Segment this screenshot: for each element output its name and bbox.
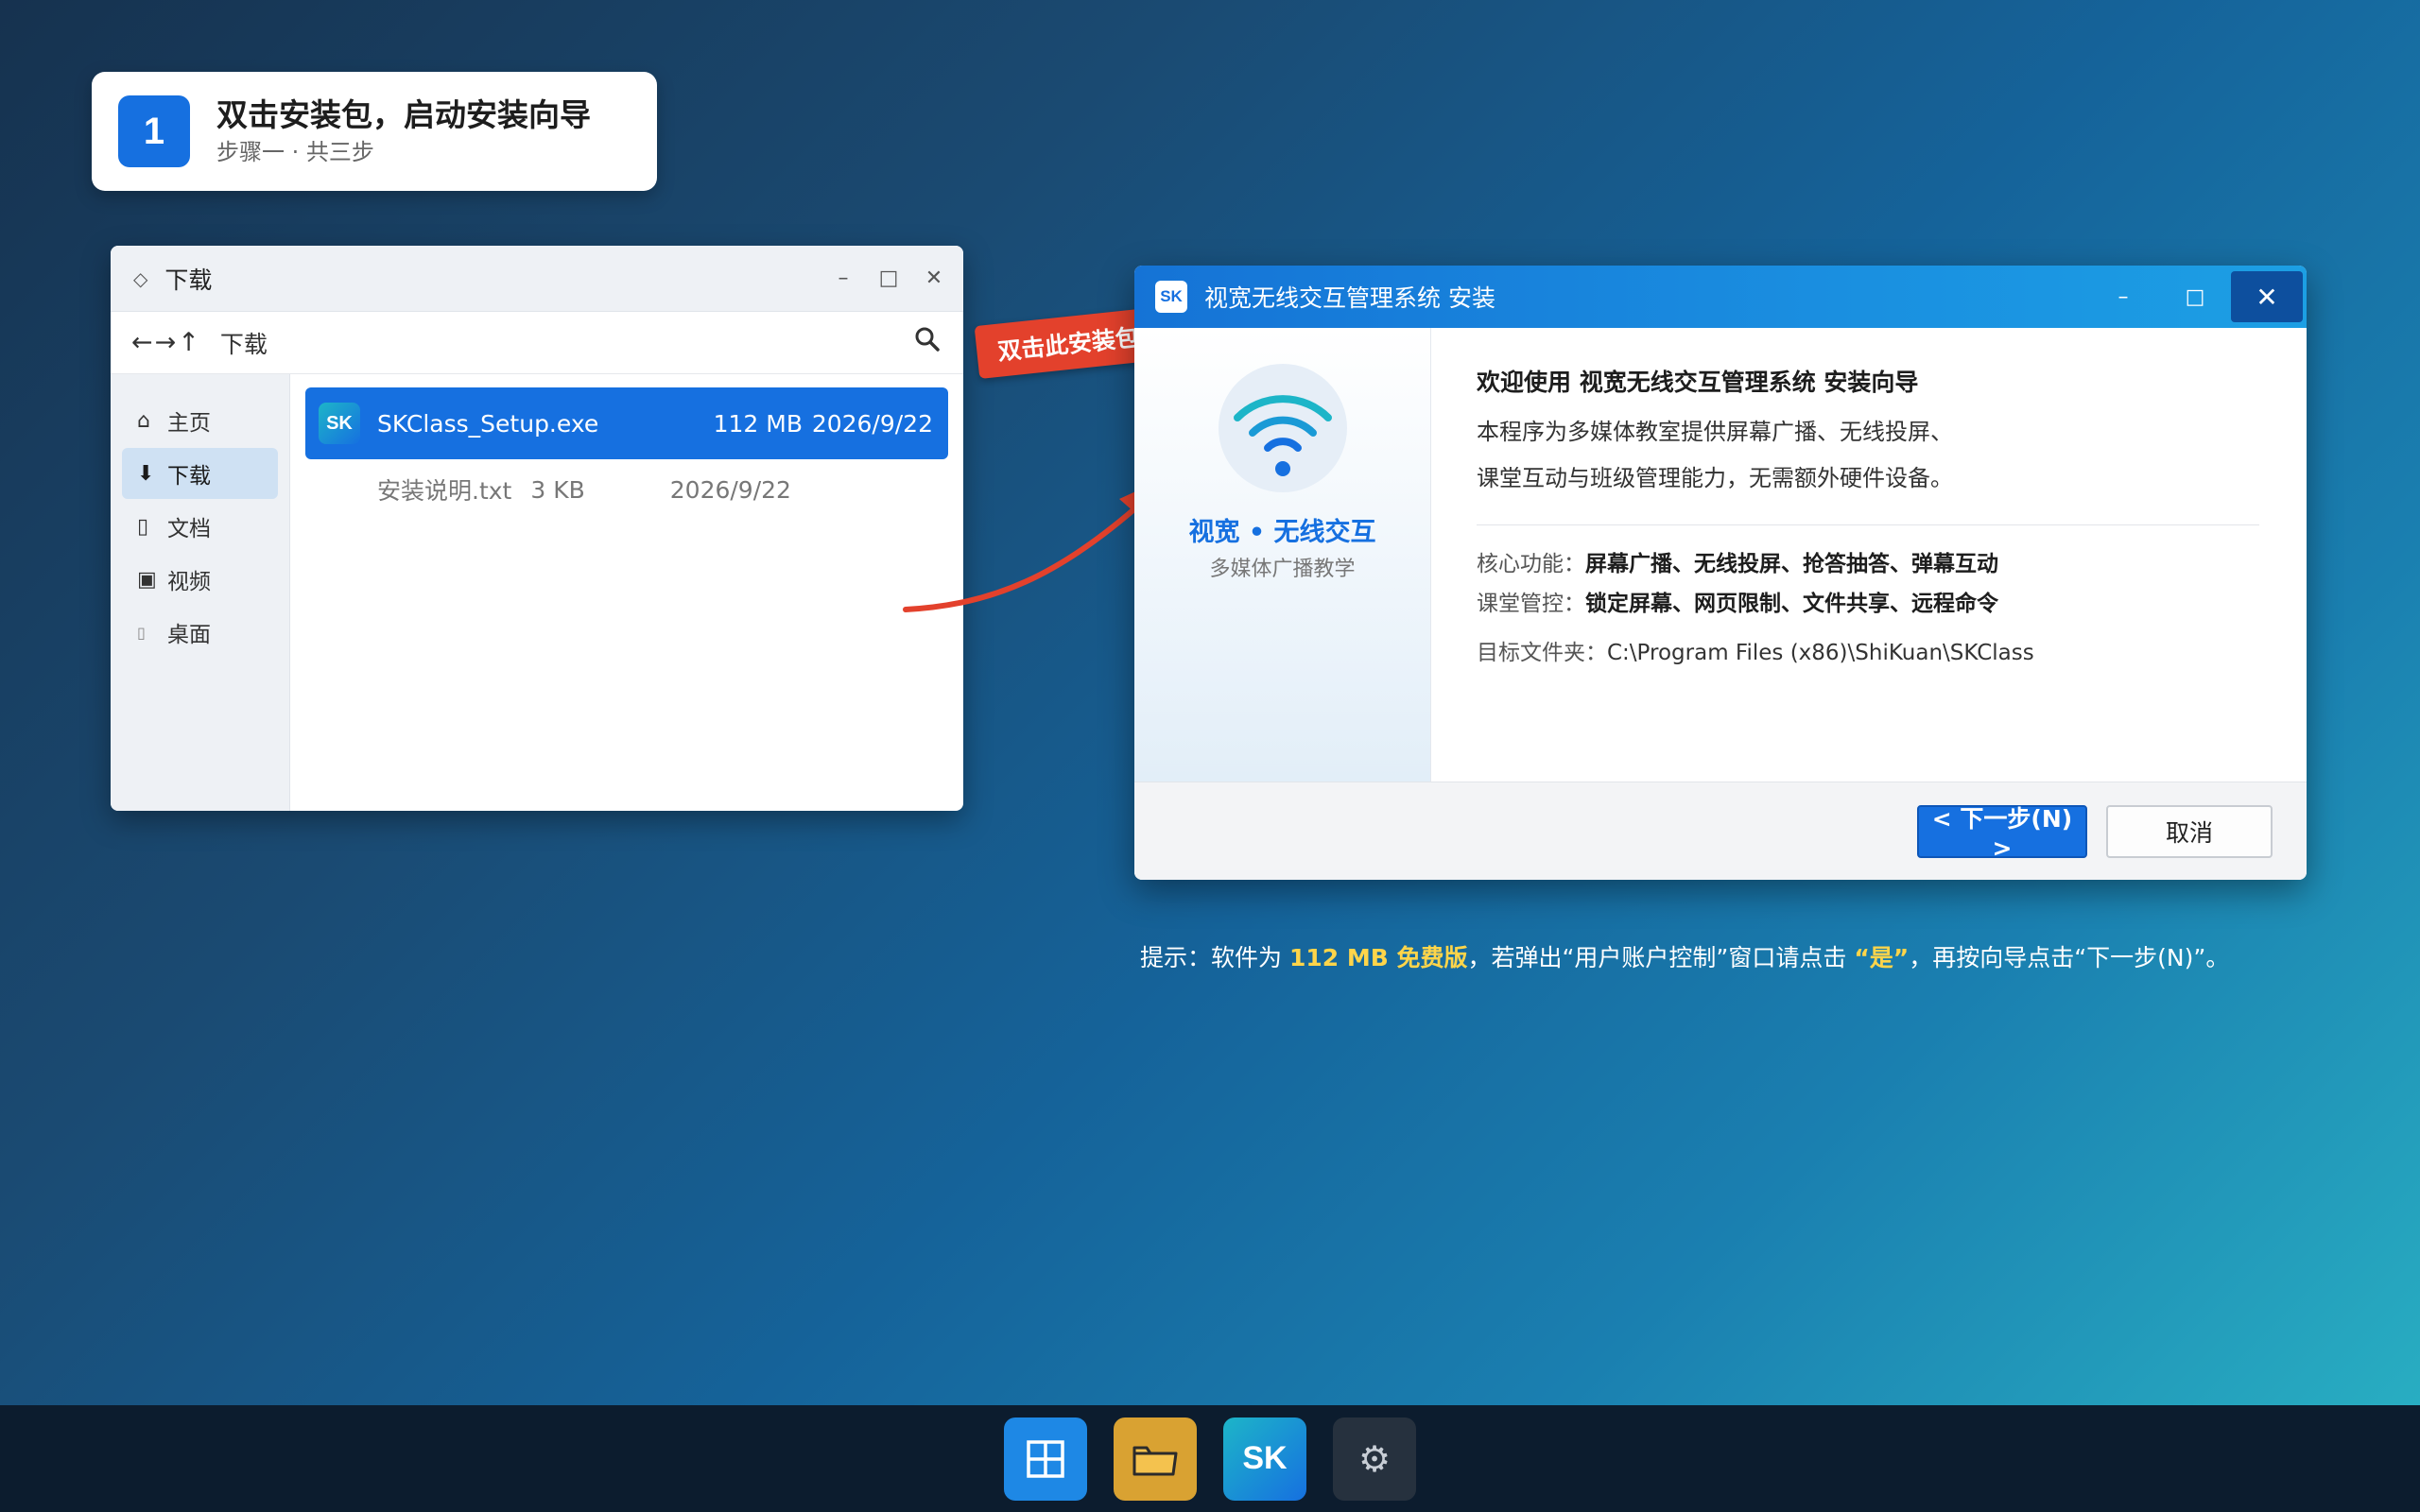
step-number-badge: 1 xyxy=(118,95,190,167)
close-icon[interactable]: ✕ xyxy=(924,266,944,290)
installer-title: 视宽无线交互管理系统 安装 xyxy=(1204,284,1495,312)
target-folder-path: C:\Program Files (x86)\ShiKuan\SKClass xyxy=(1607,641,2034,665)
description-line: 课堂互动与班级管理能力，无需额外硬件设备。 xyxy=(1477,465,1953,491)
maximize-icon[interactable]: □ xyxy=(2159,266,2231,328)
core-features-line: 核心功能：屏幕广播、无线投屏、抢答抽答、弹幕互动 xyxy=(1477,544,2259,584)
file-name: 安装说明.txt xyxy=(377,477,512,505)
close-icon[interactable]: ✕ xyxy=(2231,271,2303,322)
installer-window: SK 视宽无线交互管理系统 安装 – □ ✕ 视宽 • 无线交互 多媒体广播教学… xyxy=(1134,266,2307,880)
welcome-heading: 欢迎使用 视宽无线交互管理系统 安装向导 xyxy=(1477,369,1919,396)
hint-middle: ，若弹出“用户账户控制”窗口请点击 xyxy=(1467,944,1855,971)
info-value: 屏幕广播、无线投屏、抢答抽答、弹幕互动 xyxy=(1585,552,1998,576)
folder-diamond-icon: ◇ xyxy=(133,266,148,290)
class-control-line: 课堂管控：锁定屏幕、网页限制、文件共享、远程命令 xyxy=(1477,584,2259,624)
nav-arrows-icon[interactable]: ←→↑ xyxy=(131,328,201,357)
cancel-button[interactable]: 取消 xyxy=(2106,804,2273,858)
brand-name: 视宽 • 无线交互 xyxy=(1188,518,1376,547)
home-icon: ⌂ xyxy=(137,408,150,433)
file-size: 112 MB xyxy=(713,409,803,438)
hint-prefix: 提示：软件为 xyxy=(1140,944,1289,971)
sidebar-item-home[interactable]: ⌂ 主页 xyxy=(122,395,278,446)
file-date: 2026/9/22 xyxy=(811,409,933,438)
explorer-title: 下载 xyxy=(164,266,213,294)
file-row-setup-exe[interactable]: SK SKClass_Setup.exe 112 MB 2026/9/22 xyxy=(305,387,948,459)
minimize-icon[interactable]: – xyxy=(833,266,854,290)
sk-app-icon: SK xyxy=(319,403,360,444)
file-size: 3 KB xyxy=(530,475,585,504)
minimize-icon[interactable]: – xyxy=(2087,266,2159,328)
file-explorer-taskbar-button[interactable] xyxy=(1114,1417,1197,1501)
file-list: SK SKClass_Setup.exe 112 MB 2026/9/22 安装… xyxy=(290,374,963,811)
brand-subtitle: 多媒体广播教学 xyxy=(1209,558,1356,581)
sidebar-item-label: 主页 xyxy=(167,411,211,436)
info-value: 锁定屏幕、网页限制、文件共享、远程命令 xyxy=(1585,592,1998,616)
hint-highlight-size: 112 MB 免费版 xyxy=(1288,944,1468,971)
file-row-readme-txt[interactable]: 安装说明.txt 3 KB 2026/9/22 xyxy=(305,459,948,520)
installer-brand-panel: 视宽 • 无线交互 多媒体广播教学 xyxy=(1134,328,1431,782)
installer-titlebar[interactable]: SK 视宽无线交互管理系统 安装 – □ ✕ xyxy=(1134,266,2307,328)
explorer-sidebar: ⌂ 主页 ⬇ 下载 ▯ 文档 ▣ 视频 ▯ 桌面 xyxy=(111,374,290,811)
hint-suffix: ，再按向导点击“下一步(N)”。 xyxy=(1909,944,2230,971)
taskbar: SK ⚙ xyxy=(0,1405,2420,1512)
sidebar-item-desktop[interactable]: ▯ 桌面 xyxy=(122,607,278,658)
settings-gear-icon[interactable]: ⚙ xyxy=(1333,1417,1416,1501)
search-icon[interactable] xyxy=(914,326,941,359)
description-line: 本程序为多媒体教室提供屏幕广播、无线投屏、 xyxy=(1477,419,1953,445)
sidebar-item-label: 文档 xyxy=(167,517,211,541)
wifi-icon xyxy=(1218,364,1347,492)
sidebar-item-label: 视频 xyxy=(167,570,211,594)
step-title: 双击安装包，启动安装向导 xyxy=(216,96,591,133)
sidebar-item-videos[interactable]: ▣ 视频 xyxy=(122,554,278,605)
address-bar: ←→↑ 下载 xyxy=(111,312,963,374)
video-icon: ▣ xyxy=(137,567,157,592)
explorer-titlebar[interactable]: ◇ 下载 – □ ✕ xyxy=(111,246,963,312)
info-label: 目标文件夹： xyxy=(1477,641,1607,665)
hint-highlight-yes: “是” xyxy=(1854,944,1910,971)
file-name: SKClass_Setup.exe xyxy=(377,409,599,438)
address-path[interactable]: 下载 xyxy=(220,326,914,360)
sk-app-taskbar-button[interactable]: SK xyxy=(1223,1417,1306,1501)
file-explorer-window: ◇ 下载 – □ ✕ ←→↑ 下载 ⌂ 主页 ⬇ 下载 ▯ 文档 ▣ 视频 ▯ … xyxy=(111,246,963,811)
next-button[interactable]: < 下一步(N) > xyxy=(1917,804,2087,862)
sidebar-item-documents[interactable]: ▯ 文档 xyxy=(122,501,278,552)
start-button[interactable] xyxy=(1004,1417,1087,1501)
installer-content: 欢迎使用 视宽无线交互管理系统 安装向导 本程序为多媒体教室提供屏幕广播、无线投… xyxy=(1431,328,2307,782)
installer-footer: < 下一步(N) > 取消 xyxy=(1134,782,2307,880)
step-subtitle: 步骤一 · 共三步 xyxy=(216,139,374,165)
file-date: 2026/9/22 xyxy=(669,475,791,504)
windows-icon xyxy=(1027,1439,1064,1478)
target-folder-line: 目标文件夹：C:\Program Files (x86)\ShiKuan\SKC… xyxy=(1477,633,2259,673)
sidebar-item-label: 桌面 xyxy=(167,623,211,647)
hint-text: 提示：软件为 112 MB 免费版，若弹出“用户账户控制”窗口请点击 “是”，再… xyxy=(1140,939,2229,973)
folder-icon xyxy=(1132,1446,1178,1475)
document-icon: ▯ xyxy=(137,514,149,539)
installer-logo-icon: SK xyxy=(1155,281,1187,313)
info-label: 核心功能： xyxy=(1477,552,1585,576)
sidebar-item-label: 下载 xyxy=(167,464,211,489)
desktop-icon: ▯ xyxy=(137,623,146,642)
info-label: 课堂管控： xyxy=(1477,592,1585,616)
download-icon: ⬇ xyxy=(137,461,155,486)
step-card: 1 双击安装包，启动安装向导 步骤一 · 共三步 xyxy=(92,72,657,191)
maximize-icon[interactable]: □ xyxy=(878,266,899,290)
divider xyxy=(1477,524,2259,525)
sidebar-item-downloads[interactable]: ⬇ 下载 xyxy=(122,448,278,499)
